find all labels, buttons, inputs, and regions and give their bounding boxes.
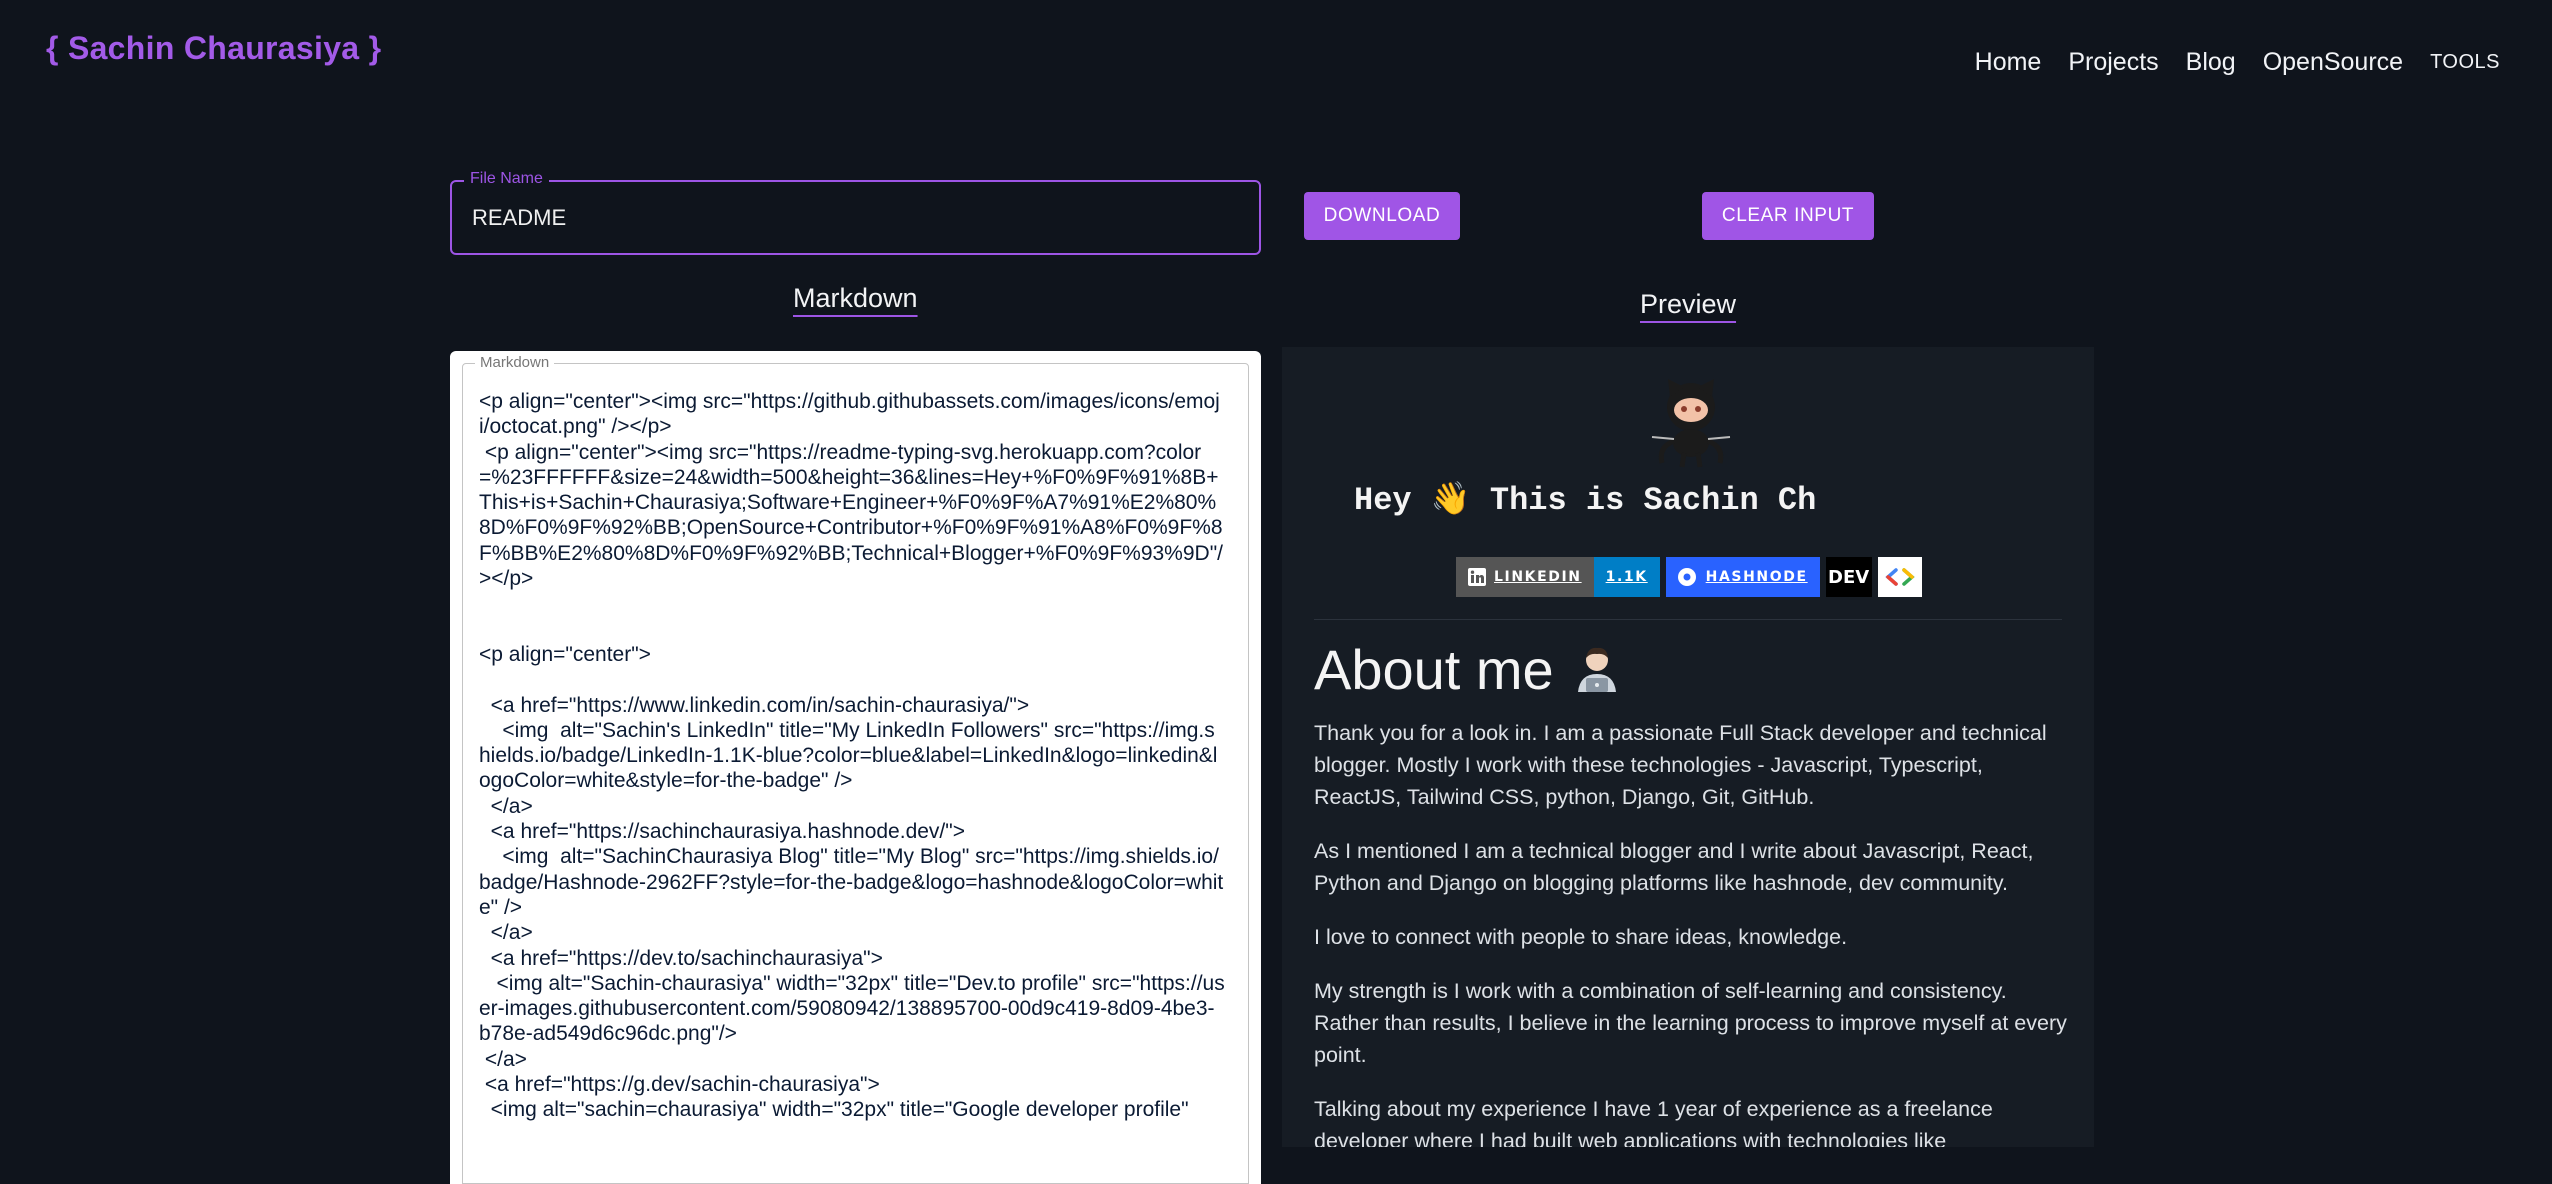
markdown-editor-card: Markdown <p align="center"><img src="htt… (450, 351, 1261, 1184)
nav-home[interactable]: Home (1975, 48, 2042, 77)
file-name-input[interactable] (470, 204, 1234, 232)
clear-input-button[interactable]: CLEAR INPUT (1702, 192, 1874, 240)
preview-heading: Preview (1640, 289, 1737, 319)
about-paragraph: Thank you for a look in. I am a passiona… (1314, 721, 2047, 809)
linkedin-icon (1468, 568, 1486, 586)
linkedin-badge-label: LINKEDIN (1494, 569, 1582, 585)
top-nav: Home Projects Blog OpenSource TOOLS (1975, 48, 2500, 77)
nav-projects[interactable]: Projects (2068, 48, 2158, 77)
markdown-editor: Markdown <p align="center"><img src="htt… (462, 354, 1249, 1184)
about-me-heading: About me (1314, 637, 1620, 702)
about-paragraph: Talking about my experience I have 1 yea… (1314, 1097, 1993, 1147)
nav-blog[interactable]: Blog (2186, 48, 2236, 77)
linkedin-badge[interactable]: LINKEDIN 1.1K (1456, 557, 1660, 597)
google-developers-icon[interactable] (1877, 557, 1922, 597)
typing-text: Hey 👋 This is Sachin Ch (1354, 482, 1817, 519)
hashnode-badge-label: HASHNODE (1705, 569, 1808, 585)
technologist-emoji-icon (1577, 647, 1616, 692)
preview-pane: Hey 👋 This is Sachin Ch LINKEDIN 1.1K HA… (1282, 347, 2094, 1147)
site-brand[interactable]: { Sachin Chaurasiya } (46, 30, 381, 67)
divider (1314, 619, 2062, 620)
markdown-textarea[interactable]: <p align="center"><img src="https://gith… (479, 389, 1226, 1183)
about-me-heading-text: About me (1314, 638, 1554, 701)
hashnode-icon (1677, 568, 1696, 586)
badge-row: LINKEDIN 1.1K HASHNODE DEV (1456, 557, 1922, 597)
dev-to-logo[interactable]: DEV (1825, 557, 1872, 597)
about-me-text: Thank you for a look in. I am a passiona… (1314, 717, 2074, 1147)
markdown-editor-label: Markdown (475, 354, 555, 371)
markdown-heading: Markdown (793, 283, 918, 313)
hashnode-badge[interactable]: HASHNODE (1665, 557, 1820, 597)
file-name-label: File Name (464, 170, 549, 188)
nav-tools[interactable]: TOOLS (2430, 51, 2500, 74)
download-button[interactable]: DOWNLOAD (1304, 192, 1460, 240)
file-name-field: File Name (450, 170, 1261, 255)
about-paragraph: My strength is I work with a combination… (1314, 979, 2067, 1067)
about-paragraph: As I mentioned I am a technical blogger … (1314, 839, 2034, 895)
about-paragraph: I love to connect with people to share i… (1314, 925, 1848, 949)
linkedin-badge-value: 1.1K (1593, 557, 1660, 597)
octocat-icon (1651, 379, 1731, 468)
nav-opensource[interactable]: OpenSource (2263, 48, 2403, 77)
